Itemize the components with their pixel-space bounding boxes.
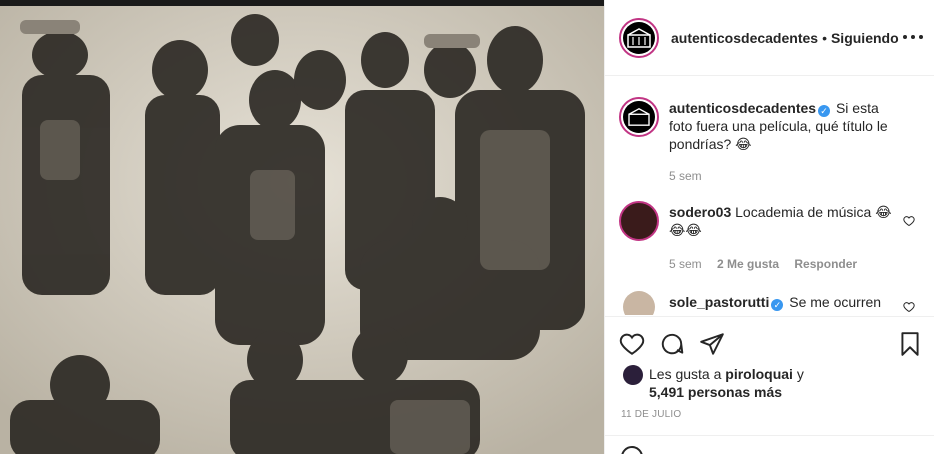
comment-text-block: sodero03 Locademia de música 😂😂😂 xyxy=(669,203,901,239)
author-username[interactable]: autenticosdecadentes xyxy=(671,30,818,46)
comment-item: sole_pastorutti ✓ Se me ocurren xyxy=(619,291,919,315)
reply-button[interactable]: Responder xyxy=(794,257,857,271)
comment-likes[interactable]: 2 Me gusta xyxy=(717,257,779,271)
caption-avatar[interactable] xyxy=(619,97,659,137)
comment-username[interactable]: sole_pastorutti xyxy=(669,294,769,310)
post-side-panel: autenticosdecadentes • Siguiendo autenti… xyxy=(604,0,934,454)
comment-icon[interactable] xyxy=(659,331,685,357)
add-comment-bar xyxy=(605,435,934,454)
comment-heart-icon[interactable] xyxy=(903,215,915,227)
following-button[interactable]: Siguiendo xyxy=(831,30,899,46)
commenter-avatar[interactable] xyxy=(619,201,659,241)
caption-item: autenticosdecadentes ✓ Si esta foto fuera… xyxy=(619,97,919,187)
caption-username[interactable]: autenticosdecadentes xyxy=(669,100,816,116)
comment-heart-icon[interactable] xyxy=(903,301,915,313)
caption-text-block: autenticosdecadentes ✓ Si esta foto fuera… xyxy=(669,99,901,153)
post-photo[interactable] xyxy=(0,0,604,454)
post-actions-section: Les gusta a piroloquai y 5,491 personas … xyxy=(605,316,934,454)
verified-icon: ✓ xyxy=(771,299,784,311)
band-photo-image xyxy=(0,0,604,454)
likes-prefix: Les gusta a xyxy=(649,366,722,382)
likes-count[interactable]: 5,491 personas más xyxy=(649,383,782,401)
emoji-icon[interactable] xyxy=(621,446,643,454)
commenter-avatar[interactable] xyxy=(623,291,655,315)
share-icon[interactable] xyxy=(699,331,725,357)
post-header: autenticosdecadentes • Siguiendo xyxy=(605,0,934,76)
likes-line-1: Les gusta a piroloquai y xyxy=(649,365,804,383)
author-avatar[interactable] xyxy=(619,17,659,58)
comment-meta: 5 sem 2 Me gusta Responder xyxy=(669,257,869,271)
caption-time[interactable]: 5 sem xyxy=(669,169,702,183)
comment-text-block: sole_pastorutti ✓ Se me ocurren xyxy=(669,293,901,311)
comment-time[interactable]: 5 sem xyxy=(669,257,702,271)
author-logo-icon xyxy=(623,21,655,54)
verified-icon: ✓ xyxy=(818,105,831,117)
bookmark-icon[interactable] xyxy=(897,331,923,357)
post-date[interactable]: 11 DE JULIO xyxy=(621,409,681,420)
likes-conjunction: y xyxy=(796,366,804,382)
heart-icon[interactable] xyxy=(619,331,645,357)
comment-username[interactable]: sodero03 xyxy=(669,204,731,220)
comment-item: sodero03 Locademia de música 😂😂😂 5 sem 2… xyxy=(619,201,919,271)
comment-text: Se me ocurren xyxy=(789,294,882,310)
comments-list: autenticosdecadentes ✓ Si esta foto fuera… xyxy=(605,77,934,315)
liker-username[interactable]: piroloquai xyxy=(725,366,793,382)
liker-avatar[interactable] xyxy=(623,365,643,385)
more-icon[interactable] xyxy=(903,30,923,44)
caption-meta: 5 sem xyxy=(669,169,714,183)
author-logo-icon xyxy=(623,101,655,133)
separator-dot: • xyxy=(822,29,827,46)
